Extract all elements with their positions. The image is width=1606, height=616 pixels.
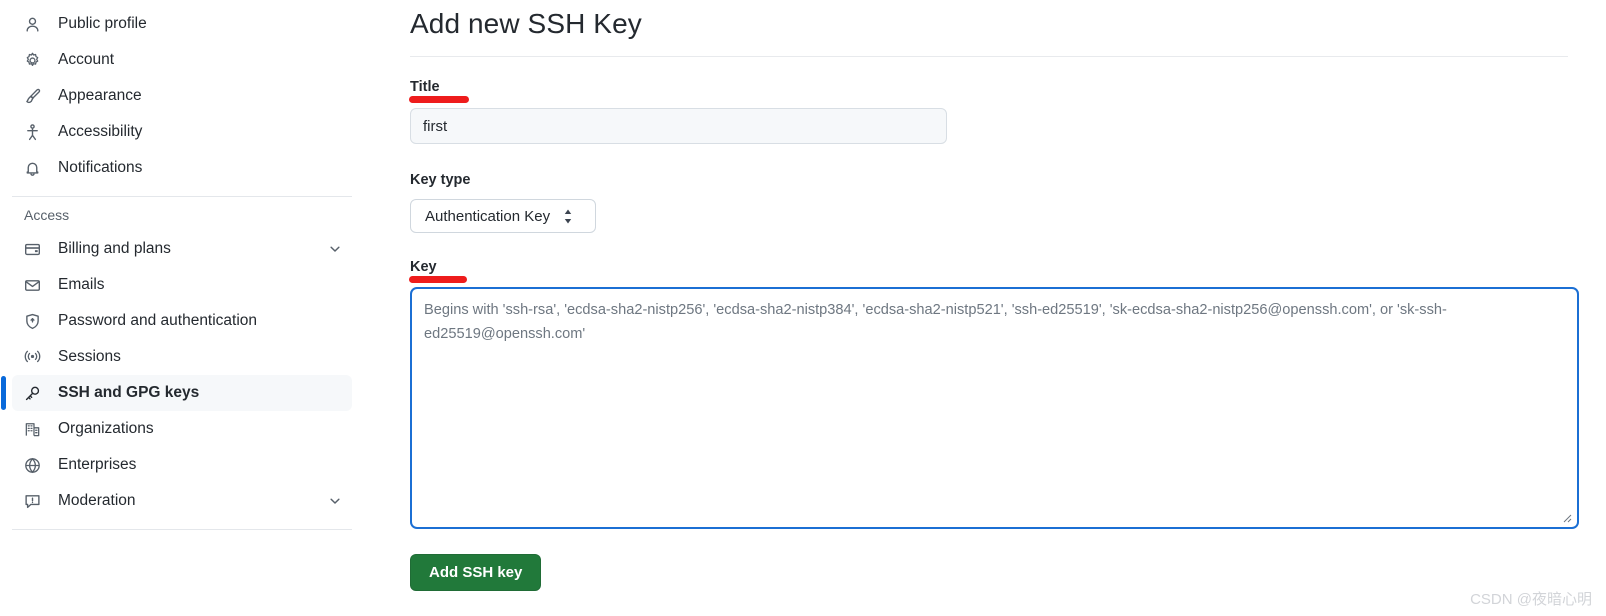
sidebar-item-label: SSH and GPG keys (58, 384, 200, 401)
chevron-up-down-icon (562, 208, 574, 225)
sidebar-item-account[interactable]: Account (12, 42, 352, 78)
paintbrush-icon (24, 87, 46, 105)
sidebar-item-label: Notifications (58, 159, 143, 176)
sidebar-divider-bottom (12, 529, 352, 530)
title-field-label: Title (409, 79, 469, 103)
chevron-down-icon[interactable] (328, 494, 342, 508)
sidebar-item-label: Billing and plans (58, 240, 171, 257)
main-content: Add new SSH Key Title Key type Authentic… (409, 0, 1606, 616)
add-ssh-key-button[interactable]: Add SSH key (410, 554, 542, 591)
key-type-selected-value: Authentication Key (425, 207, 551, 225)
title-input[interactable] (410, 108, 947, 144)
sidebar-item-emails[interactable]: Emails (12, 267, 352, 303)
annotation-underline-title (409, 96, 469, 103)
key-icon (24, 384, 46, 402)
envelope-icon (24, 276, 46, 294)
sidebar-access-group: Billing and plans Emails Password and au… (0, 231, 364, 519)
broadcast-icon (24, 348, 46, 366)
key-type-field-group: Key type Authentication Key (410, 172, 1606, 233)
title-field-group: Title (409, 57, 1606, 144)
sidebar-item-label: Sessions (58, 348, 121, 365)
sidebar-divider-top (12, 196, 352, 197)
key-textarea-wrapper (410, 275, 1579, 529)
sidebar-item-label: Moderation (58, 492, 136, 509)
report-icon (24, 492, 46, 510)
sidebar-item-label: Password and authentication (58, 312, 258, 329)
key-label-text: Key (410, 259, 437, 275)
sidebar-item-password-and-authentication[interactable]: Password and authentication (12, 303, 352, 339)
key-type-select[interactable]: Authentication Key (410, 199, 596, 233)
person-icon (24, 15, 46, 33)
accessibility-icon (24, 123, 46, 141)
sidebar-item-ssh-and-gpg-keys[interactable]: SSH and GPG keys (1, 375, 352, 411)
organization-icon (24, 420, 46, 438)
sidebar-item-appearance[interactable]: Appearance (12, 78, 352, 114)
globe-icon (24, 456, 46, 474)
sidebar-item-billing-and-plans[interactable]: Billing and plans (12, 231, 352, 267)
sidebar-item-label: Account (58, 51, 115, 68)
sidebar-section-access: Access (24, 207, 70, 223)
title-label-text: Title (410, 79, 440, 95)
settings-sidebar: Public profile Account Appearance Access… (0, 0, 364, 616)
sidebar-item-enterprises[interactable]: Enterprises (12, 447, 352, 483)
key-field-label: Key (409, 259, 1606, 283)
csdn-watermark: CSDN @夜暗心明 (1470, 591, 1592, 608)
sidebar-item-label: Appearance (58, 87, 142, 104)
sidebar-top-group: Public profile Account Appearance Access… (0, 0, 364, 186)
bell-icon (24, 159, 46, 177)
key-field-group: Key (409, 259, 1606, 534)
sidebar-item-label: Public profile (58, 15, 147, 32)
sidebar-item-label: Organizations (58, 420, 154, 437)
gear-icon (24, 51, 46, 69)
sidebar-item-notifications[interactable]: Notifications (12, 150, 352, 186)
sidebar-item-accessibility[interactable]: Accessibility (12, 114, 352, 150)
sidebar-item-organizations[interactable]: Organizations (12, 411, 352, 447)
sidebar-item-label: Emails (58, 276, 105, 293)
settings-page: Public profile Account Appearance Access… (0, 0, 1606, 616)
page-title: Add new SSH Key (410, 8, 642, 39)
shield-lock-icon (24, 312, 46, 330)
sidebar-item-label: Accessibility (58, 123, 143, 140)
key-type-label: Key type (410, 172, 471, 188)
sidebar-item-label: Enterprises (58, 456, 137, 473)
sidebar-item-sessions[interactable]: Sessions (12, 339, 352, 375)
sidebar-item-moderation[interactable]: Moderation (12, 483, 352, 519)
credit-card-icon (24, 240, 46, 258)
key-textarea[interactable] (410, 287, 1579, 529)
chevron-down-icon[interactable] (328, 242, 342, 256)
sidebar-item-public-profile[interactable]: Public profile (12, 6, 352, 42)
